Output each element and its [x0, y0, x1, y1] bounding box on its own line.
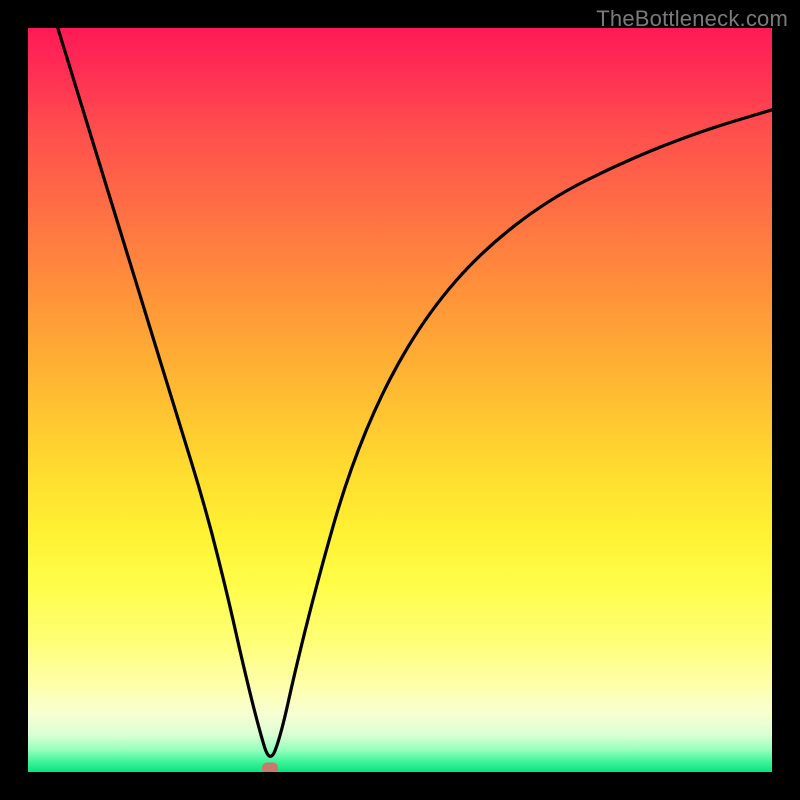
watermark-text: TheBottleneck.com [596, 6, 788, 32]
optimum-marker [262, 763, 278, 773]
heat-gradient [28, 28, 772, 772]
chart-frame: TheBottleneck.com [0, 0, 800, 800]
plot-area [28, 28, 772, 772]
